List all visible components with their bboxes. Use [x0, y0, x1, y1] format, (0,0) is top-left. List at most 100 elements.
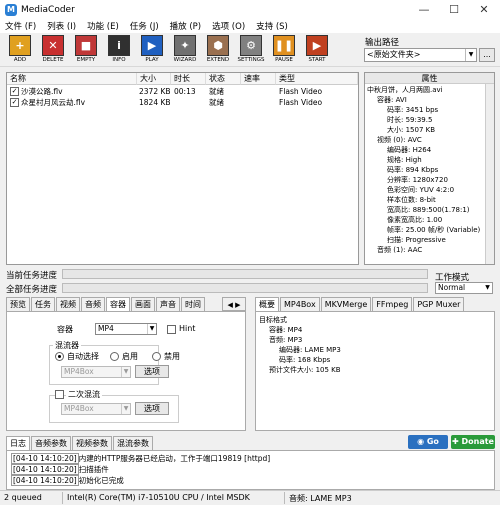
menu-play[interactable]: 播放 (P) — [170, 20, 201, 32]
log-timestamp: [04-10 14:10:20] — [11, 464, 79, 475]
start-label: START — [308, 57, 326, 63]
donate-label: Donate — [461, 437, 494, 446]
muxer-auto-label: 自动选择 — [67, 352, 99, 361]
col-rate[interactable]: 速率 — [241, 73, 276, 85]
donate-icon: ✚ — [452, 437, 462, 446]
table-row[interactable]: ✓ 众星村月风云劫.flv 1824 KB 就绪 Flash Video — [7, 97, 358, 108]
summary-tabs: 概要 MP4Box MKVMerge FFmpeg PGP Muxer — [255, 297, 465, 312]
tab-log-2[interactable]: 视频参数 — [72, 436, 112, 450]
chevron-down-icon: ▼ — [485, 284, 490, 291]
container-select[interactable]: MP4 ▼ — [95, 323, 157, 335]
play-button[interactable]: ▶ PLAY — [136, 35, 168, 65]
extend-button[interactable]: ⬢ EXTEND — [202, 35, 234, 65]
tab-settings-5[interactable]: 画面 — [131, 297, 155, 311]
pause-button[interactable]: ❚❚ PAUSE — [268, 35, 300, 65]
table-row[interactable]: ✓ 沙漠公路.flv 2372 KB 00:13 就绪 Flash Video — [7, 86, 358, 97]
summary-pane: 目标格式 容器: MP4 音频: MP3 编码器: LAME MP3 码率: 168 K… — [255, 311, 495, 431]
tab-settings-2[interactable]: 视频 — [56, 297, 80, 311]
tab-summary-1[interactable]: MP4Box — [280, 297, 320, 311]
property-item: 大小: 1507 KB — [387, 126, 436, 134]
menu-task[interactable]: 任务 (J) — [130, 20, 159, 32]
donate-button[interactable]: ✚ Donate — [451, 435, 495, 449]
property-item: 像素宽高比: 1.00 — [387, 216, 443, 224]
browse-button[interactable]: ... — [479, 48, 495, 62]
muxer-auto-radio[interactable] — [55, 352, 64, 361]
second-muxer-value: MP4Box — [64, 404, 94, 413]
properties-scrollbar[interactable] — [485, 84, 494, 264]
tab-settings-0[interactable]: 预览 — [6, 297, 30, 311]
output-path-value: <原始文件夹> — [367, 50, 421, 59]
second-muxer-checkbox[interactable] — [55, 390, 64, 399]
log-line: [04-10 14:10:20] 内建的HTTP服务器已经启动，工作于端口1981… — [11, 453, 270, 464]
add-button[interactable]: + ADD — [4, 35, 36, 65]
current-progress-bar — [62, 269, 428, 279]
maximize-button[interactable]: ☐ — [439, 0, 469, 19]
go-pro-icon: ◉ — [417, 437, 427, 446]
empty-button[interactable]: ■ EMPTY — [70, 35, 102, 65]
menu-function[interactable]: 功能 (E) — [87, 20, 119, 32]
cell-name: 众星村月风云劫.flv — [21, 98, 86, 107]
tab-settings-6[interactable]: 声音 — [156, 297, 180, 311]
tab-settings-7[interactable]: 时间 — [181, 297, 205, 311]
chevron-down-icon: ▼ — [121, 404, 130, 414]
col-duration[interactable]: 时长 — [171, 73, 206, 85]
cell-size: 2372 KB — [139, 87, 171, 96]
tab-settings-3[interactable]: 音频 — [81, 297, 105, 311]
wizard-button[interactable]: ✦ WIZARD — [169, 35, 201, 65]
cell-status: 就绪 — [209, 98, 224, 107]
muxer-disable-radio[interactable] — [152, 352, 161, 361]
file-list[interactable]: 名称 大小 时长 状态 速率 类型 ✓ 沙漠公路.flv 2372 KB 00:13 就… — [6, 72, 359, 265]
status-queued: 2 queued — [4, 493, 42, 502]
hint-label: Hint — [179, 324, 196, 333]
col-status[interactable]: 状态 — [206, 73, 241, 85]
row-checkbox[interactable]: ✓ — [10, 98, 19, 107]
second-muxer-options-button[interactable]: 选项 — [135, 402, 169, 415]
delete-icon: ✕ — [42, 35, 64, 56]
empty-icon: ■ — [75, 35, 97, 56]
col-type[interactable]: 类型 — [276, 73, 358, 85]
tab-summary-3[interactable]: FFmpeg — [372, 297, 413, 311]
summary-item: 码率: 168 Kbps — [279, 356, 331, 364]
settings-button[interactable]: ⚙ SETTINGS — [235, 35, 267, 65]
muxer-select[interactable]: MP4Box ▼ — [61, 366, 131, 378]
pause-icon: ❚❚ — [273, 35, 295, 56]
work-mode-select[interactable]: Normal ▼ — [435, 282, 493, 294]
tab-settings-4[interactable]: 容器 — [106, 297, 130, 312]
log-tabs: 日志 音频参数 视频参数 混流参数 — [6, 436, 154, 451]
settings-tabs: 预览 任务 视频 音频 容器 画面 声音 时间 — [6, 297, 206, 312]
tab-summary-2[interactable]: MKVMerge — [320, 297, 372, 311]
tab-settings-1[interactable]: 任务 — [31, 297, 55, 311]
start-button[interactable]: ▶ START — [301, 35, 333, 65]
pause-label: PAUSE — [275, 57, 293, 63]
tab-log-3[interactable]: 混流参数 — [113, 436, 153, 450]
all-progress-bar — [62, 283, 428, 293]
app-icon: M — [5, 3, 17, 16]
output-path-select[interactable]: <原始文件夹> ▼ — [364, 48, 477, 62]
menu-list[interactable]: 列表 (I) — [47, 20, 76, 32]
muxer-options-button[interactable]: 选项 — [135, 365, 169, 378]
close-button[interactable]: ✕ — [469, 0, 499, 19]
second-muxer-select[interactable]: MP4Box ▼ — [61, 403, 131, 415]
muxer-enable-radio[interactable] — [110, 352, 119, 361]
delete-button[interactable]: ✕ DELETE — [37, 35, 69, 65]
tab-summary-4[interactable]: PGP Muxer — [413, 297, 465, 311]
menu-options[interactable]: 选项 (O) — [212, 20, 245, 32]
info-button[interactable]: i INFO — [103, 35, 135, 65]
tab-scroll-arrows[interactable]: ◀ ▶ — [222, 297, 246, 311]
col-name[interactable]: 名称 — [7, 73, 137, 85]
cell-type: Flash Video — [279, 98, 323, 107]
row-checkbox[interactable]: ✓ — [10, 87, 19, 96]
go-pro-button[interactable]: ◉ Go PRO — [408, 435, 448, 460]
hint-checkbox[interactable] — [167, 325, 176, 334]
property-item: 视频 (0): AVC — [377, 136, 422, 144]
minimize-button[interactable]: — — [409, 0, 439, 19]
tab-log-1[interactable]: 音频参数 — [31, 436, 71, 450]
col-size[interactable]: 大小 — [137, 73, 171, 85]
log-line: [04-10 14:10:20] 初始化已完成 — [11, 475, 124, 486]
tab-log-0[interactable]: 日志 — [6, 436, 30, 451]
property-item: 宽高比: 889:500(1.78:1) — [387, 206, 470, 214]
tab-summary-0[interactable]: 概要 — [255, 297, 279, 312]
property-item: 帧率: 25.00 帧/秒 (Variable) — [387, 226, 481, 234]
menu-file[interactable]: 文件 (F) — [5, 20, 36, 32]
menu-support[interactable]: 支持 (S) — [256, 20, 288, 32]
